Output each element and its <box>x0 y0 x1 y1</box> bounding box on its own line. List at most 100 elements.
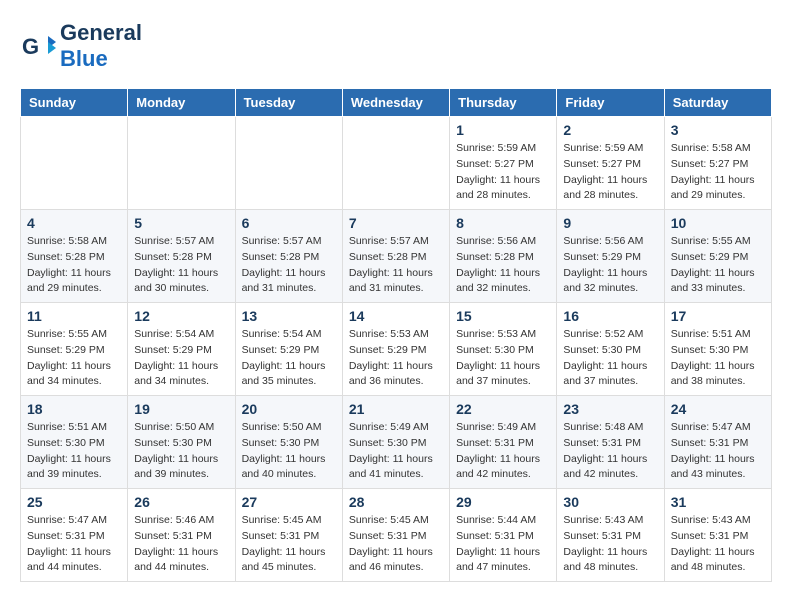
day-info: Sunrise: 5:57 AM Sunset: 5:28 PM Dayligh… <box>349 234 443 297</box>
calendar-cell: 12 Sunrise: 5:54 AM Sunset: 5:29 PM Dayli… <box>128 303 235 396</box>
calendar-cell: 26 Sunrise: 5:46 AM Sunset: 5:31 PM Dayli… <box>128 489 235 582</box>
day-number: 27 <box>242 494 336 510</box>
day-number: 15 <box>456 308 550 324</box>
calendar-cell: 2 Sunrise: 5:59 AM Sunset: 5:27 PM Daylig… <box>557 117 664 210</box>
calendar-cell: 8Sunrise: 5:56 AM Sunset: 5:28 PM Daylig… <box>450 210 557 303</box>
day-info: Sunrise: 5:47 AM Sunset: 5:31 PM Dayligh… <box>671 420 765 483</box>
calendar-cell: 1 Sunrise: 5:59 AM Sunset: 5:27 PM Daylig… <box>450 117 557 210</box>
day-number: 20 <box>242 401 336 417</box>
calendar-cell: 31 Sunrise: 5:43 AM Sunset: 5:31 PM Dayli… <box>664 489 771 582</box>
logo-general: General <box>60 20 142 45</box>
day-info: Sunrise: 5:54 AM Sunset: 5:29 PM Dayligh… <box>242 327 336 390</box>
day-number: 9 <box>563 215 657 231</box>
day-number: 11 <box>27 308 121 324</box>
day-number: 18 <box>27 401 121 417</box>
day-number: 7 <box>349 215 443 231</box>
day-number: 28 <box>349 494 443 510</box>
day-number: 5 <box>134 215 228 231</box>
day-info: Sunrise: 5:44 AM Sunset: 5:31 PM Dayligh… <box>456 513 550 576</box>
calendar-cell: 23Sunrise: 5:48 AM Sunset: 5:31 PM Dayli… <box>557 396 664 489</box>
calendar-cell: 4 Sunrise: 5:58 AM Sunset: 5:28 PM Daylig… <box>21 210 128 303</box>
day-number: 12 <box>134 308 228 324</box>
weekday-header-monday: Monday <box>128 89 235 117</box>
calendar-cell: 7 Sunrise: 5:57 AM Sunset: 5:28 PM Daylig… <box>342 210 449 303</box>
weekday-header-saturday: Saturday <box>664 89 771 117</box>
day-number: 25 <box>27 494 121 510</box>
weekday-header-tuesday: Tuesday <box>235 89 342 117</box>
day-info: Sunrise: 5:43 AM Sunset: 5:31 PM Dayligh… <box>671 513 765 576</box>
day-number: 30 <box>563 494 657 510</box>
logo-icon: G <box>20 28 56 64</box>
day-info: Sunrise: 5:56 AM Sunset: 5:29 PM Dayligh… <box>563 234 657 297</box>
day-info: Sunrise: 5:45 AM Sunset: 5:31 PM Dayligh… <box>349 513 443 576</box>
calendar-cell: 15 Sunrise: 5:53 AM Sunset: 5:30 PM Dayli… <box>450 303 557 396</box>
day-number: 29 <box>456 494 550 510</box>
calendar-cell <box>342 117 449 210</box>
weekday-header-friday: Friday <box>557 89 664 117</box>
calendar-table: SundayMondayTuesdayWednesdayThursdayFrid… <box>20 88 772 582</box>
calendar-cell: 29 Sunrise: 5:44 AM Sunset: 5:31 PM Dayli… <box>450 489 557 582</box>
calendar-cell: 17Sunrise: 5:51 AM Sunset: 5:30 PM Dayli… <box>664 303 771 396</box>
day-number: 17 <box>671 308 765 324</box>
day-info: Sunrise: 5:50 AM Sunset: 5:30 PM Dayligh… <box>134 420 228 483</box>
day-number: 26 <box>134 494 228 510</box>
calendar-cell: 21Sunrise: 5:49 AM Sunset: 5:30 PM Dayli… <box>342 396 449 489</box>
day-number: 10 <box>671 215 765 231</box>
calendar-cell: 10 Sunrise: 5:55 AM Sunset: 5:29 PM Dayli… <box>664 210 771 303</box>
day-number: 3 <box>671 122 765 138</box>
day-info: Sunrise: 5:50 AM Sunset: 5:30 PM Dayligh… <box>242 420 336 483</box>
calendar-cell: 19Sunrise: 5:50 AM Sunset: 5:30 PM Dayli… <box>128 396 235 489</box>
calendar-cell: 20 Sunrise: 5:50 AM Sunset: 5:30 PM Dayli… <box>235 396 342 489</box>
day-info: Sunrise: 5:47 AM Sunset: 5:31 PM Dayligh… <box>27 513 121 576</box>
calendar-cell: 9 Sunrise: 5:56 AM Sunset: 5:29 PM Daylig… <box>557 210 664 303</box>
weekday-header-sunday: Sunday <box>21 89 128 117</box>
calendar-cell: 27 Sunrise: 5:45 AM Sunset: 5:31 PM Dayli… <box>235 489 342 582</box>
calendar-cell <box>128 117 235 210</box>
day-number: 4 <box>27 215 121 231</box>
calendar-cell: 24 Sunrise: 5:47 AM Sunset: 5:31 PM Dayli… <box>664 396 771 489</box>
calendar-cell: 22 Sunrise: 5:49 AM Sunset: 5:31 PM Dayli… <box>450 396 557 489</box>
day-info: Sunrise: 5:56 AM Sunset: 5:28 PM Dayligh… <box>456 234 550 297</box>
day-info: Sunrise: 5:53 AM Sunset: 5:29 PM Dayligh… <box>349 327 443 390</box>
day-number: 14 <box>349 308 443 324</box>
day-info: Sunrise: 5:59 AM Sunset: 5:27 PM Dayligh… <box>456 141 550 204</box>
svg-text:G: G <box>22 34 39 59</box>
calendar-cell: 5Sunrise: 5:57 AM Sunset: 5:28 PM Daylig… <box>128 210 235 303</box>
weekday-header-wednesday: Wednesday <box>342 89 449 117</box>
calendar-cell: 28 Sunrise: 5:45 AM Sunset: 5:31 PM Dayli… <box>342 489 449 582</box>
day-info: Sunrise: 5:52 AM Sunset: 5:30 PM Dayligh… <box>563 327 657 390</box>
day-info: Sunrise: 5:58 AM Sunset: 5:27 PM Dayligh… <box>671 141 765 204</box>
day-number: 24 <box>671 401 765 417</box>
day-info: Sunrise: 5:57 AM Sunset: 5:28 PM Dayligh… <box>242 234 336 297</box>
day-info: Sunrise: 5:58 AM Sunset: 5:28 PM Dayligh… <box>27 234 121 297</box>
day-info: Sunrise: 5:54 AM Sunset: 5:29 PM Dayligh… <box>134 327 228 390</box>
day-number: 6 <box>242 215 336 231</box>
calendar-cell: 16 Sunrise: 5:52 AM Sunset: 5:30 PM Dayli… <box>557 303 664 396</box>
page-header: G General Blue <box>20 20 772 72</box>
logo: G General Blue <box>20 20 142 72</box>
calendar-cell: 18 Sunrise: 5:51 AM Sunset: 5:30 PM Dayli… <box>21 396 128 489</box>
day-number: 2 <box>563 122 657 138</box>
day-info: Sunrise: 5:46 AM Sunset: 5:31 PM Dayligh… <box>134 513 228 576</box>
day-number: 31 <box>671 494 765 510</box>
day-info: Sunrise: 5:53 AM Sunset: 5:30 PM Dayligh… <box>456 327 550 390</box>
day-number: 1 <box>456 122 550 138</box>
day-info: Sunrise: 5:49 AM Sunset: 5:31 PM Dayligh… <box>456 420 550 483</box>
calendar-cell: 13 Sunrise: 5:54 AM Sunset: 5:29 PM Dayli… <box>235 303 342 396</box>
day-info: Sunrise: 5:48 AM Sunset: 5:31 PM Dayligh… <box>563 420 657 483</box>
calendar-cell: 6 Sunrise: 5:57 AM Sunset: 5:28 PM Daylig… <box>235 210 342 303</box>
day-info: Sunrise: 5:51 AM Sunset: 5:30 PM Dayligh… <box>27 420 121 483</box>
calendar-cell: 3 Sunrise: 5:58 AM Sunset: 5:27 PM Daylig… <box>664 117 771 210</box>
calendar-cell <box>235 117 342 210</box>
day-number: 22 <box>456 401 550 417</box>
day-number: 13 <box>242 308 336 324</box>
day-info: Sunrise: 5:55 AM Sunset: 5:29 PM Dayligh… <box>27 327 121 390</box>
calendar-cell: 11 Sunrise: 5:55 AM Sunset: 5:29 PM Dayli… <box>21 303 128 396</box>
day-number: 21 <box>349 401 443 417</box>
day-number: 16 <box>563 308 657 324</box>
logo-blue: Blue <box>60 46 108 71</box>
day-info: Sunrise: 5:55 AM Sunset: 5:29 PM Dayligh… <box>671 234 765 297</box>
day-info: Sunrise: 5:43 AM Sunset: 5:31 PM Dayligh… <box>563 513 657 576</box>
day-info: Sunrise: 5:45 AM Sunset: 5:31 PM Dayligh… <box>242 513 336 576</box>
day-info: Sunrise: 5:59 AM Sunset: 5:27 PM Dayligh… <box>563 141 657 204</box>
